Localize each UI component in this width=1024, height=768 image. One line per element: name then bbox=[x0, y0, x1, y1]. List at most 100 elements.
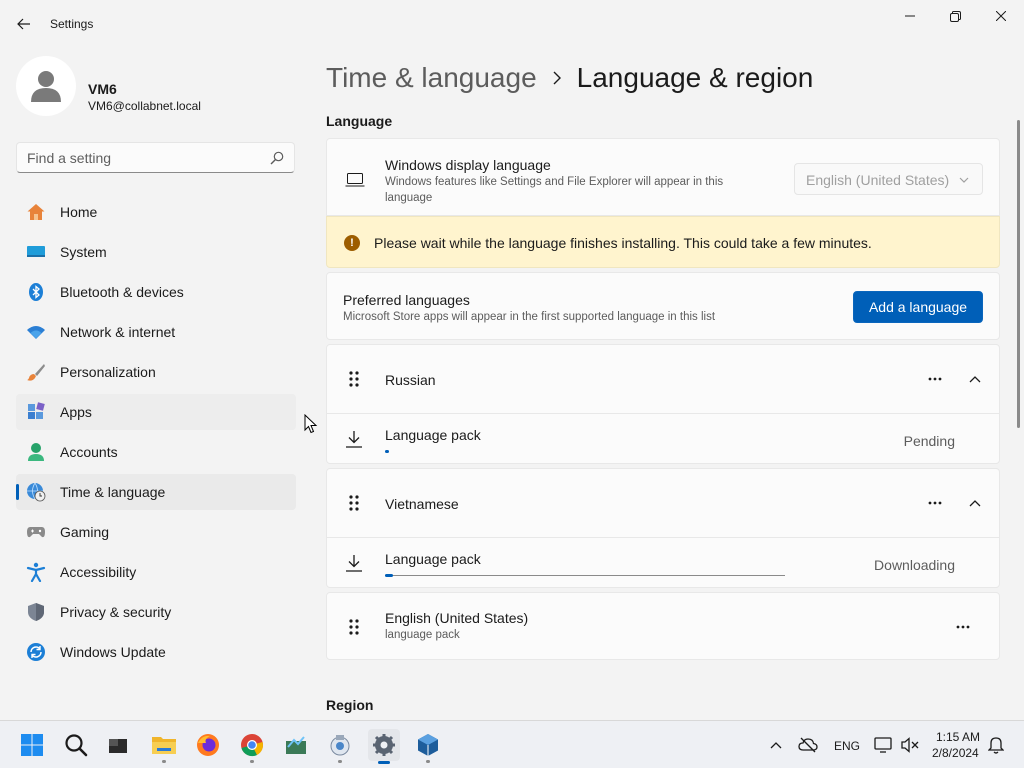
drag-handle-icon[interactable] bbox=[347, 618, 361, 636]
preferred-languages-card: Preferred languages Microsoft Store apps… bbox=[326, 272, 1000, 340]
chevron-right-icon bbox=[553, 71, 561, 85]
search-icon bbox=[65, 734, 88, 757]
breadcrumb-separator bbox=[553, 71, 561, 85]
minimize-button[interactable] bbox=[887, 0, 933, 32]
sidebar-item-personalization[interactable]: Personalization bbox=[16, 354, 296, 390]
account-icon bbox=[28, 443, 44, 461]
section-title-language: Language bbox=[326, 113, 393, 129]
sidebar-item-gaming[interactable]: Gaming bbox=[16, 514, 296, 550]
sidebar-item-accounts[interactable]: Accounts bbox=[16, 434, 296, 470]
vertical-scrollbar[interactable] bbox=[1017, 120, 1020, 428]
maximize-button[interactable] bbox=[932, 0, 978, 32]
tray-volume[interactable] bbox=[894, 729, 926, 761]
network-icon bbox=[874, 737, 892, 753]
more-options-button[interactable] bbox=[923, 367, 947, 391]
clock-date[interactable]: 2/8/2024 bbox=[932, 746, 979, 760]
language-header[interactable]: Russian bbox=[327, 345, 999, 413]
language-pack-row: Language pack Downloading bbox=[327, 538, 999, 588]
terminal-icon bbox=[109, 739, 127, 753]
sidebar-item-system[interactable]: System bbox=[16, 234, 296, 270]
language-item-english-us[interactable]: English (United States) language pack bbox=[326, 592, 1000, 660]
more-icon bbox=[928, 377, 942, 381]
collapse-button[interactable] bbox=[963, 367, 987, 391]
language-item-vietnamese: Vietnamese Language pack Downloading bbox=[326, 468, 1000, 588]
taskbar-pinned-app-2[interactable] bbox=[324, 729, 356, 763]
language-subtitle: language pack bbox=[385, 629, 460, 641]
display-language-title: Windows display language bbox=[385, 157, 551, 173]
update-icon bbox=[27, 643, 45, 661]
more-options-button[interactable] bbox=[951, 615, 975, 639]
input-language-indicator[interactable]: ENG bbox=[834, 739, 860, 753]
taskbar-virtualbox[interactable] bbox=[412, 729, 444, 763]
taskbar-settings[interactable] bbox=[368, 729, 400, 764]
language-name: Vietnamese bbox=[385, 496, 459, 512]
collapse-button[interactable] bbox=[963, 491, 987, 515]
sidebar-item-windows-update[interactable]: Windows Update bbox=[16, 634, 296, 670]
clock-time[interactable]: 1:15 AM bbox=[936, 730, 980, 744]
bluetooth-icon bbox=[29, 283, 43, 301]
sidebar-item-network[interactable]: Network & internet bbox=[16, 314, 296, 350]
sidebar-item-privacy[interactable]: Privacy & security bbox=[16, 594, 296, 630]
add-language-button[interactable]: Add a language bbox=[853, 291, 983, 323]
taskbar-firefox[interactable] bbox=[192, 729, 224, 761]
user-icon bbox=[31, 71, 61, 102]
file-explorer-icon bbox=[152, 737, 176, 754]
page-title: Language & region bbox=[576, 62, 814, 93]
sidebar-item-label: Apps bbox=[60, 404, 92, 420]
gamepad-icon bbox=[27, 527, 45, 538]
taskbar-file-explorer[interactable] bbox=[148, 729, 180, 763]
sidebar: VM6 VM6@collabnet.local Home System Blue… bbox=[0, 48, 310, 720]
cloud-offline-icon bbox=[798, 737, 818, 753]
sidebar-item-accessibility[interactable]: Accessibility bbox=[16, 554, 296, 590]
pinned-app-icon bbox=[286, 736, 306, 754]
more-options-button[interactable] bbox=[923, 491, 947, 515]
pinned-app-icon bbox=[330, 735, 350, 756]
back-button[interactable] bbox=[10, 12, 38, 36]
warning-text: Please wait while the language finishes … bbox=[374, 235, 872, 251]
sidebar-item-home[interactable]: Home bbox=[16, 194, 296, 230]
language-pack-label: Language pack bbox=[385, 551, 481, 567]
sidebar-item-apps[interactable]: Apps bbox=[16, 394, 296, 430]
chevron-up-icon bbox=[969, 500, 981, 507]
sidebar-item-label: System bbox=[60, 244, 107, 260]
user-profile[interactable]: VM6 VM6@collabnet.local bbox=[16, 56, 296, 120]
firefox-icon bbox=[197, 734, 219, 756]
home-icon bbox=[27, 204, 45, 220]
mouse-cursor-icon bbox=[304, 414, 318, 434]
sidebar-item-label: Accounts bbox=[60, 444, 118, 460]
shield-icon bbox=[28, 603, 44, 621]
display-language-dropdown[interactable]: English (United States) bbox=[794, 163, 983, 195]
taskbar-chrome[interactable] bbox=[236, 729, 268, 763]
sidebar-item-label: Home bbox=[60, 204, 98, 220]
close-button[interactable] bbox=[978, 0, 1024, 32]
notifications-button[interactable] bbox=[980, 729, 1012, 761]
language-pack-status: Pending bbox=[903, 433, 955, 449]
start-icon bbox=[21, 734, 43, 756]
taskbar-search-button[interactable] bbox=[60, 729, 92, 761]
language-header[interactable]: Vietnamese bbox=[327, 469, 999, 537]
search-box[interactable] bbox=[16, 142, 295, 173]
brush-icon bbox=[27, 364, 45, 381]
search-input[interactable] bbox=[17, 143, 294, 172]
dropdown-value: English (United States) bbox=[806, 172, 950, 188]
language-pack-label: Language pack bbox=[385, 427, 481, 443]
breadcrumb-parent[interactable]: Time & language bbox=[326, 62, 537, 94]
minimize-icon bbox=[905, 15, 915, 17]
more-icon bbox=[956, 625, 970, 629]
taskbar-terminal[interactable] bbox=[102, 729, 134, 761]
tray-overflow-button[interactable] bbox=[760, 729, 792, 761]
sidebar-item-bluetooth[interactable]: Bluetooth & devices bbox=[16, 274, 296, 310]
drag-handle-icon[interactable] bbox=[347, 370, 361, 388]
display-icon bbox=[27, 246, 45, 257]
language-pack-row: Language pack Pending bbox=[327, 414, 999, 464]
laptop-icon bbox=[345, 173, 365, 187]
language-item-russian: Russian Language pack Pending bbox=[326, 344, 1000, 464]
progress-fill bbox=[385, 574, 393, 577]
maximize-icon bbox=[949, 10, 961, 22]
start-button[interactable] bbox=[16, 729, 48, 761]
taskbar-pinned-app-1[interactable] bbox=[280, 729, 312, 761]
sidebar-item-time-language[interactable]: Time & language bbox=[16, 474, 296, 510]
tray-onedrive[interactable] bbox=[792, 729, 824, 761]
sidebar-item-label: Network & internet bbox=[60, 324, 176, 340]
drag-handle-icon[interactable] bbox=[347, 494, 361, 512]
